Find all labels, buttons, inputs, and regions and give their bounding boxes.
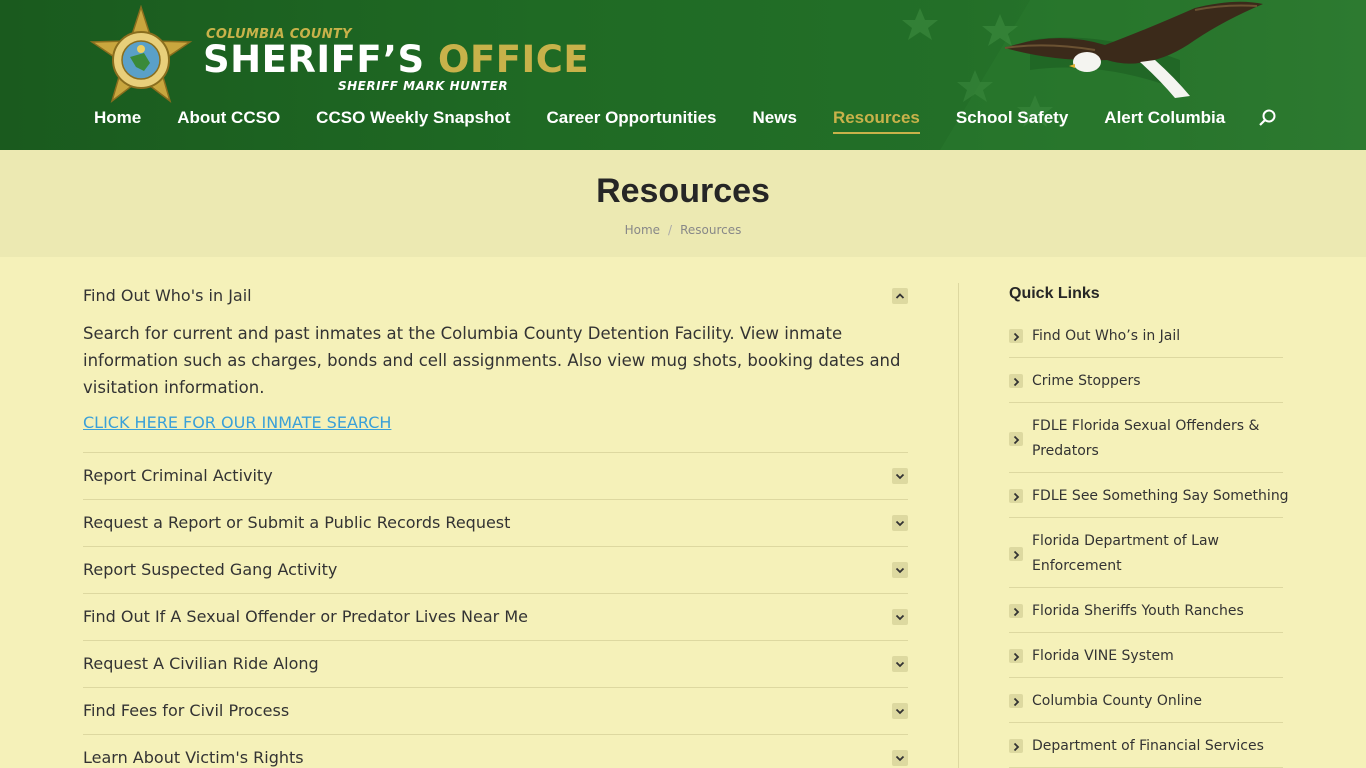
quick-link-item[interactable]: Florida VINE System xyxy=(1009,644,1283,678)
divider xyxy=(1009,517,1283,518)
quick-link-item[interactable]: FDLE Florida Sexual Offenders & Predator… xyxy=(1009,414,1283,473)
chevron-right-icon xyxy=(1009,489,1023,503)
chevron-up-icon[interactable] xyxy=(892,288,908,304)
nav-about-ccso[interactable]: About CCSO xyxy=(177,108,280,128)
nav-school-safety[interactable]: School Safety xyxy=(956,108,1068,128)
accordion-item[interactable]: Request a Report or Submit a Public Reco… xyxy=(83,499,908,546)
chevron-down-icon[interactable] xyxy=(892,656,908,672)
chevron-down-icon[interactable] xyxy=(892,703,908,719)
accordion-title[interactable]: Learn About Victim's Rights xyxy=(83,748,304,767)
accordion-title[interactable]: Request a Report or Submit a Public Reco… xyxy=(83,513,510,532)
accordion-item[interactable]: Report Criminal Activity xyxy=(83,452,908,499)
quick-link-label[interactable]: Department of Financial Services xyxy=(1032,734,1264,759)
quick-link-item[interactable]: Crime Stoppers xyxy=(1009,369,1283,403)
accordion-title[interactable]: Report Criminal Activity xyxy=(83,466,273,485)
logo-subtitle[interactable]: SHERIFF MARK HUNTER xyxy=(338,79,508,93)
nav-home[interactable]: Home xyxy=(94,108,141,128)
chevron-right-icon xyxy=(1009,694,1023,708)
nav-resources[interactable]: Resources xyxy=(832,108,920,134)
chevron-down-icon[interactable] xyxy=(892,515,908,531)
chevron-right-icon xyxy=(1009,374,1023,388)
quick-link-item[interactable]: Florida Sheriffs Youth Ranches xyxy=(1009,599,1283,633)
quick-link-item[interactable]: FDLE See Something Say Something xyxy=(1009,484,1289,518)
divider xyxy=(1009,472,1283,473)
quick-link-label[interactable]: Crime Stoppers xyxy=(1032,369,1141,394)
quick-link-label[interactable]: Florida Sheriffs Youth Ranches xyxy=(1032,599,1244,624)
accordion-item-open[interactable]: Find Out Who's in Jail xyxy=(83,286,908,308)
accordion-item[interactable]: Learn About Victim's Rights xyxy=(83,734,908,768)
logo-title-gold[interactable]: OFFICE xyxy=(438,38,589,81)
chevron-down-icon[interactable] xyxy=(892,750,908,766)
chevron-right-icon xyxy=(1009,432,1023,446)
accordion-title[interactable]: Find Out If A Sexual Offender or Predato… xyxy=(83,607,528,626)
quick-link-label[interactable]: Find Out Who’s in Jail xyxy=(1032,324,1180,349)
divider xyxy=(1009,402,1283,403)
quick-link-label[interactable]: Columbia County Online xyxy=(1032,689,1202,714)
nav-news[interactable]: News xyxy=(753,108,797,128)
accordion-body-text: Search for current and past inmates at t… xyxy=(83,324,901,397)
quick-link-item[interactable]: Florida Department of Law Enforcement xyxy=(1009,529,1283,588)
quick-links-title: Quick Links xyxy=(1009,285,1100,302)
divider xyxy=(1009,677,1283,678)
accordion-item[interactable]: Report Suspected Gang Activity xyxy=(83,546,908,593)
divider xyxy=(1009,357,1283,358)
chevron-right-icon xyxy=(1009,739,1023,753)
chevron-down-icon[interactable] xyxy=(892,609,908,625)
sheriff-star-badge[interactable] xyxy=(86,5,196,109)
eagle-image xyxy=(1004,1,1263,98)
quick-link-item[interactable]: Department of Financial Services xyxy=(1009,734,1283,768)
accordion-item[interactable]: Find Fees for Civil Process xyxy=(83,687,908,734)
chevron-down-icon[interactable] xyxy=(892,468,908,484)
quick-link-item[interactable]: Find Out Who’s in Jail xyxy=(1009,324,1283,358)
nav-weekly-snapshot[interactable]: CCSO Weekly Snapshot xyxy=(316,108,510,128)
nav-alert-columbia[interactable]: Alert Columbia xyxy=(1104,108,1225,128)
main-nav: Home About CCSO CCSO Weekly Snapshot Car… xyxy=(94,108,1261,134)
nav-career-opportunities[interactable]: Career Opportunities xyxy=(546,108,716,128)
logo-title-white[interactable]: SHERIFF’S xyxy=(203,38,425,81)
breadcrumb-home[interactable]: Home xyxy=(625,223,660,237)
search-icon[interactable] xyxy=(1258,108,1278,128)
inmate-search-link[interactable]: CLICK HERE FOR OUR INMATE SEARCH xyxy=(83,413,391,432)
chevron-right-icon xyxy=(1009,547,1023,561)
accordion-item[interactable]: Find Out If A Sexual Offender or Predato… xyxy=(83,593,908,640)
quick-link-item[interactable]: Columbia County Online xyxy=(1009,689,1283,723)
divider xyxy=(1009,722,1283,723)
accordion-title[interactable]: Request A Civilian Ride Along xyxy=(83,654,319,673)
chevron-down-icon[interactable] xyxy=(892,562,908,578)
divider xyxy=(1009,632,1283,633)
content-divider xyxy=(958,283,959,768)
accordion-title[interactable]: Find Out Who's in Jail xyxy=(83,286,908,305)
page-title: Resources xyxy=(596,172,770,210)
breadcrumb-separator: / xyxy=(668,223,673,237)
accordion-title[interactable]: Report Suspected Gang Activity xyxy=(83,560,337,579)
quick-link-label[interactable]: FDLE Florida Sexual Offenders & Predator… xyxy=(1032,414,1272,464)
quick-link-label[interactable]: Florida VINE System xyxy=(1032,644,1174,669)
breadcrumb: Home / Resources xyxy=(0,223,1366,237)
divider xyxy=(1009,587,1283,588)
quick-link-label[interactable]: FDLE See Something Say Something xyxy=(1032,484,1289,509)
chevron-right-icon xyxy=(1009,649,1023,663)
logo-title[interactable]: SHERIFF’S OFFICE xyxy=(203,38,589,81)
quick-link-label[interactable]: Florida Department of Law Enforcement xyxy=(1032,529,1242,579)
accordion-title[interactable]: Find Fees for Civil Process xyxy=(83,701,289,720)
chevron-right-icon xyxy=(1009,329,1023,343)
accordion-item[interactable]: Request A Civilian Ride Along xyxy=(83,640,908,687)
chevron-right-icon xyxy=(1009,604,1023,618)
site-header: COLUMBIA COUNTY SHERIFF’S OFFICE SHERIFF… xyxy=(0,0,1366,150)
breadcrumb-current: Resources xyxy=(680,223,742,237)
